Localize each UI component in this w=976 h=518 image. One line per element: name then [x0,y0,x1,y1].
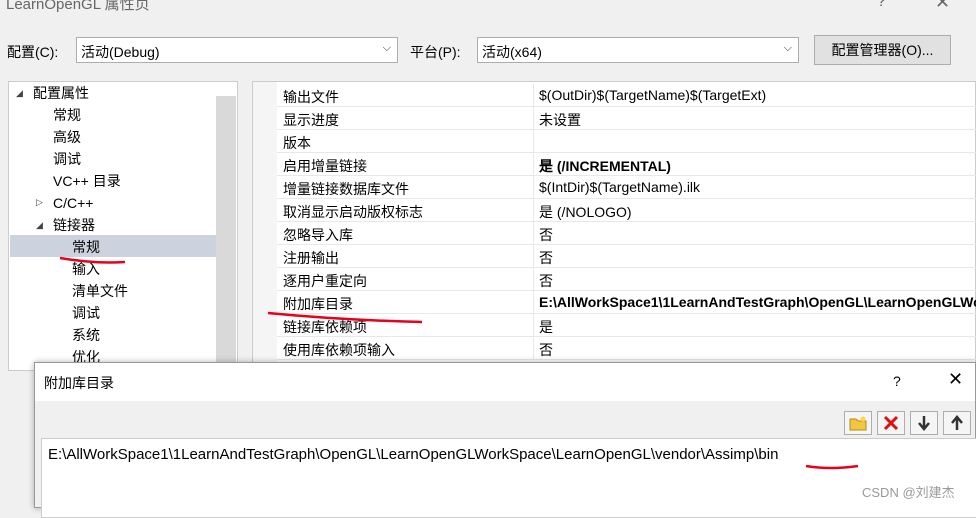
grid-row[interactable]: 显示进度 未设置 [277,107,976,130]
grid-row[interactable]: 取消显示启动版权标志 是 (/NOLOGO) [277,199,976,222]
window-title: LearnOpenGL 属性页 [6,0,150,13]
dialog-titlebar [35,363,975,401]
config-label: 配置(C): [7,44,59,60]
config-select-value: 活动(Debug) [81,44,160,60]
tree-item-vc-directories[interactable]: VC++ 目录 [53,170,121,192]
help-icon[interactable]: ? [893,373,901,389]
tree-item-linker-general[interactable]: 常规 [72,236,100,258]
path-entry[interactable]: E:\AllWorkSpace1\1LearnAndTestGraph\Open… [48,446,778,463]
tree-item-general[interactable]: 常规 [53,104,81,126]
grid-row[interactable]: 注册输出 否 [277,245,976,268]
collapse-icon[interactable]: ◢ [36,220,43,231]
tree-item-linker[interactable]: 链接器 [53,214,95,236]
move-up-button[interactable] [943,411,971,435]
move-down-icon [918,416,930,431]
row-value: 是 [539,319,553,335]
grid-row[interactable]: 增量链接数据库文件 $(IntDir)$(TargetName).ilk [277,176,976,199]
row-value: 否 [539,342,553,358]
delete-icon [883,415,899,431]
platform-label: 平台(P): [410,44,461,60]
row-name: 链接库依赖项 [283,319,367,335]
tree-root-config-properties[interactable]: 配置属性 [33,82,89,104]
grid-row[interactable]: 忽略导入库 否 [277,222,976,245]
row-value: 是 (/NOLOGO) [539,204,632,220]
tree-item-linker-debugging[interactable]: 调试 [72,302,100,324]
row-value: 是 (/INCREMENTAL) [539,158,671,174]
row-value: $(OutDir)$(TargetName)$(TargetExt) [539,87,767,103]
grid-row[interactable]: 链接库依赖项 是 [277,314,976,337]
grid-row[interactable]: 使用库依赖项输入 否 [277,337,976,360]
tree-item-linker-system[interactable]: 系统 [72,324,100,346]
grid-row-additional-lib-dirs[interactable]: 附加库目录 E:\AllWorkSpace1\1LearnAndTestGraph… [277,291,976,314]
row-name: 附加库目录 [283,296,353,312]
tree-item-debugging[interactable]: 调试 [53,148,81,170]
row-value: E:\AllWorkSpace1\1LearnAndTestGraph\Open… [539,294,976,310]
tree-item-advanced[interactable]: 高级 [53,126,81,148]
config-manager-button[interactable]: 配置管理器(O)... [814,35,951,65]
new-folder-button[interactable] [844,411,872,435]
row-name: 逐用户重定向 [283,273,367,289]
collapse-icon[interactable]: ◢ [16,88,23,99]
help-icon[interactable]: ? [877,0,886,11]
property-grid: 输出文件 $(OutDir)$(TargetName)$(TargetExt) 显… [252,81,976,371]
chevron-down-icon: ⌵ [382,42,391,54]
close-icon[interactable]: ✕ [948,369,963,390]
grid-row[interactable]: 启用增量链接 是 (/INCREMENTAL) [277,153,976,176]
platform-select-value: 活动(x64) [482,44,542,60]
new-folder-icon [849,416,867,431]
delete-button[interactable] [877,411,905,435]
dialog-title: 附加库目录 [44,375,114,391]
move-down-button[interactable] [910,411,938,435]
grid-row[interactable]: 版本 [277,130,976,153]
close-icon[interactable]: ✕ [935,0,950,13]
move-up-icon [951,415,963,430]
row-name: 版本 [283,135,311,151]
tree-item-cpp[interactable]: C/C++ [53,192,93,214]
row-name: 取消显示启动版权标志 [283,204,423,220]
window-titlebar: LearnOpenGL 属性页 ? ✕ [0,0,976,24]
row-name: 输出文件 [283,89,339,105]
row-value: 否 [539,227,553,243]
platform-select[interactable]: 活动(x64) ⌵ [477,37,799,63]
row-name: 注册输出 [283,250,339,266]
row-name: 增量链接数据库文件 [283,181,409,197]
expand-icon[interactable]: ▷ [36,197,43,208]
tree-item-linker-manifest[interactable]: 清单文件 [72,280,128,302]
grid-row[interactable]: 输出文件 $(OutDir)$(TargetName)$(TargetExt) [277,84,976,107]
grid-gutter [253,82,277,370]
row-value: 否 [539,250,553,266]
property-tree: ◢ 配置属性 常规 高级 调试 VC++ 目录 ▷ C/C++ ◢ 链接器 常规… [8,81,238,371]
row-name: 启用增量链接 [283,158,367,174]
grid-row[interactable]: 逐用户重定向 否 [277,268,976,291]
tree-scrollbar[interactable] [216,96,236,366]
watermark: CSDN @刘建杰 [862,485,955,500]
row-name: 显示进度 [283,112,339,128]
tree-item-linker-input[interactable]: 输入 [72,258,100,280]
path-list[interactable]: E:\AllWorkSpace1\1LearnAndTestGraph\Open… [41,438,976,518]
row-name: 忽略导入库 [283,227,353,243]
row-value: $(IntDir)$(TargetName).ilk [539,179,701,195]
config-select[interactable]: 活动(Debug) ⌵ [76,37,398,63]
tree-selection-highlight [10,235,216,257]
row-value: 未设置 [539,112,581,128]
additional-lib-dirs-dialog: 附加库目录 ? ✕ E:\AllWorkSpace1\1LearnAndTest… [34,362,976,518]
row-name: 使用库依赖项输入 [283,342,395,358]
row-value: 否 [539,273,553,289]
chevron-down-icon: ⌵ [783,42,792,54]
